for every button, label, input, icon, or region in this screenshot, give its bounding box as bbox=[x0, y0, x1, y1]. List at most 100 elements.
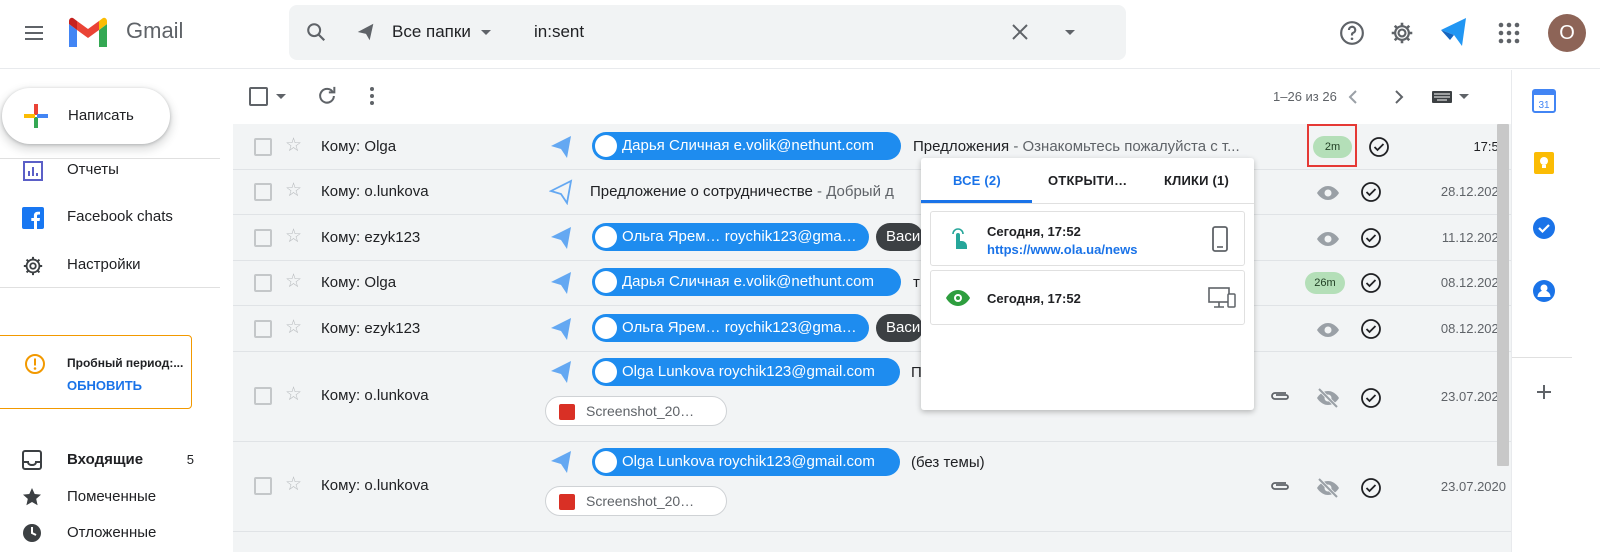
sidebar-item-starred[interactable]: Помеченные bbox=[0, 477, 220, 517]
check-circle-icon[interactable] bbox=[1360, 181, 1382, 203]
folder-select[interactable]: Все папки bbox=[392, 22, 471, 42]
event-time: Сегодня, 17:52 bbox=[987, 291, 1081, 306]
main-menu-icon[interactable] bbox=[14, 13, 54, 53]
contact-chip[interactable]: Дарья Сличная e.volik@nethunt.com bbox=[592, 132, 901, 160]
check-circle-icon[interactable] bbox=[1360, 272, 1382, 294]
compose-button[interactable]: Написать bbox=[2, 88, 170, 144]
row-checkbox[interactable] bbox=[254, 183, 272, 201]
nethunt-icon[interactable] bbox=[1434, 12, 1474, 52]
tasks-icon[interactable] bbox=[1532, 216, 1556, 240]
check-circle-icon[interactable] bbox=[1368, 136, 1390, 158]
chevron-down-icon[interactable] bbox=[276, 94, 286, 100]
search-icon[interactable] bbox=[305, 21, 327, 43]
nethunt-logo-icon bbox=[355, 21, 377, 43]
image-icon bbox=[559, 494, 575, 510]
contact-chip[interactable]: Васи bbox=[876, 223, 923, 251]
star-icon[interactable]: ☆ bbox=[285, 318, 302, 338]
star-icon[interactable]: ☆ bbox=[285, 181, 302, 201]
table-row[interactable]: ☆ Кому: o.lunkova Предложение о сотрудни… bbox=[233, 170, 1523, 215]
contact-chip[interactable]: Olga Lunkova roychik123@gmail.com bbox=[592, 448, 900, 476]
row-checkbox[interactable] bbox=[254, 477, 272, 495]
apps-grid-icon[interactable] bbox=[1489, 13, 1529, 53]
person-icon bbox=[595, 135, 617, 157]
table-row[interactable]: ☆ Кому: o.lunkova Olga Lunkova roychik12… bbox=[233, 442, 1523, 532]
upgrade-button[interactable]: ОБНОВИТЬ bbox=[67, 378, 142, 393]
scrollbar[interactable] bbox=[1497, 124, 1509, 466]
sidebar-item-label: Отложенные bbox=[67, 524, 157, 541]
contact-chip[interactable]: Васи bbox=[876, 314, 923, 342]
tab-clicks[interactable]: КЛИКИ (1) bbox=[1164, 173, 1229, 188]
event-card[interactable]: Сегодня, 17:52 https://www.ola.ua/news bbox=[930, 211, 1245, 266]
sidebar-item-label: Входящие bbox=[67, 451, 144, 468]
clear-search-icon[interactable] bbox=[1010, 22, 1030, 42]
avatar[interactable]: O bbox=[1548, 14, 1586, 52]
contact-chip[interactable]: Ольга Ярем… roychik123@gma… bbox=[592, 314, 869, 342]
refresh-icon[interactable] bbox=[316, 85, 338, 107]
gmail-logo-icon[interactable] bbox=[66, 17, 110, 49]
calendar-icon[interactable]: 31 bbox=[1532, 89, 1556, 113]
star-icon[interactable]: ☆ bbox=[285, 475, 302, 495]
row-checkbox[interactable] bbox=[254, 229, 272, 247]
row-checkbox[interactable] bbox=[254, 320, 272, 338]
open-time-badge[interactable]: 26m bbox=[1305, 272, 1345, 294]
search-input[interactable]: in:sent bbox=[534, 22, 584, 42]
tab-opens[interactable]: ОТКРЫТИ… bbox=[1048, 173, 1127, 188]
contact-chip[interactable]: Ольга Ярем… roychik123@gma… bbox=[592, 223, 869, 251]
chevron-down-icon[interactable] bbox=[480, 29, 492, 37]
table-row[interactable]: ☆ Кому: ezyk123 Ольга Ярем… roychik123@g… bbox=[233, 306, 1523, 352]
recipient: Кому: o.lunkova bbox=[321, 477, 429, 494]
older-chevron-icon[interactable] bbox=[1394, 89, 1404, 105]
search-bar[interactable]: Все папки in:sent bbox=[289, 5, 1126, 60]
eye-off-icon[interactable] bbox=[1316, 386, 1340, 410]
check-circle-icon[interactable] bbox=[1360, 318, 1382, 340]
tracked-email-icon bbox=[549, 449, 575, 475]
star-icon[interactable]: ☆ bbox=[285, 272, 302, 292]
eye-icon[interactable] bbox=[1316, 181, 1340, 205]
star-icon[interactable]: ☆ bbox=[285, 136, 302, 156]
sidebar-item-reports[interactable]: Отчеты bbox=[0, 150, 220, 190]
table-row[interactable]: ☆ Кому: Olga Дарья Сличная e.volik@nethu… bbox=[233, 261, 1523, 306]
star-icon[interactable]: ☆ bbox=[285, 385, 302, 405]
help-icon[interactable] bbox=[1332, 13, 1372, 53]
event-time: Сегодня, 17:52 bbox=[987, 224, 1081, 239]
event-card[interactable]: Сегодня, 17:52 bbox=[930, 270, 1245, 325]
sidebar-item-settings[interactable]: Настройки bbox=[0, 245, 220, 285]
gear-icon[interactable] bbox=[1382, 13, 1422, 53]
row-checkbox[interactable] bbox=[254, 387, 272, 405]
event-link[interactable]: https://www.ola.ua/news bbox=[987, 242, 1137, 257]
search-options-icon[interactable] bbox=[1064, 29, 1076, 37]
eye-icon[interactable] bbox=[1316, 227, 1340, 251]
check-circle-icon[interactable] bbox=[1360, 477, 1382, 499]
select-all-checkbox[interactable] bbox=[249, 87, 268, 106]
attachment-chip[interactable]: Screenshot_20… bbox=[545, 396, 727, 426]
eye-icon[interactable] bbox=[1316, 318, 1340, 342]
contact-chip[interactable]: Olga Lunkova roychik123@gmail.com bbox=[592, 358, 900, 386]
row-checkbox[interactable] bbox=[254, 274, 272, 292]
gear-icon bbox=[22, 255, 44, 277]
compose-plus-icon bbox=[24, 104, 48, 128]
contact-chip[interactable]: Дарья Сличная e.volik@nethunt.com bbox=[592, 268, 901, 296]
reports-icon bbox=[22, 160, 44, 182]
eye-off-icon[interactable] bbox=[1316, 476, 1340, 500]
newer-chevron-icon[interactable] bbox=[1348, 89, 1358, 105]
sidebar-item-inbox[interactable]: Входящие 5 bbox=[0, 440, 220, 480]
star-icon[interactable]: ☆ bbox=[285, 227, 302, 247]
row-checkbox[interactable] bbox=[254, 138, 272, 156]
check-circle-icon[interactable] bbox=[1360, 387, 1382, 409]
more-vert-icon[interactable] bbox=[369, 86, 375, 106]
person-icon bbox=[595, 271, 617, 293]
keep-icon[interactable] bbox=[1532, 151, 1556, 175]
inbox-icon bbox=[22, 450, 44, 472]
add-addon-icon[interactable] bbox=[1532, 380, 1556, 404]
sidebar-item-facebook-chats[interactable]: Facebook chats bbox=[0, 197, 220, 237]
attachment-chip[interactable]: Screenshot_20… bbox=[545, 486, 727, 516]
table-row[interactable]: ☆ Кому: o.lunkova Olga Lunkova roychik12… bbox=[233, 352, 1523, 442]
recipient: Кому: ezyk123 bbox=[321, 320, 421, 337]
sidebar-item-snoozed[interactable]: Отложенные bbox=[0, 513, 220, 553]
table-row[interactable]: ☆ Кому: ezyk123 Ольга Ярем… roychik123@g… bbox=[233, 215, 1523, 261]
sidebar-item-label: Отчеты bbox=[67, 161, 119, 178]
check-circle-icon[interactable] bbox=[1360, 227, 1382, 249]
contacts-icon[interactable] bbox=[1532, 279, 1556, 303]
keyboard-icon[interactable] bbox=[1432, 91, 1472, 103]
tab-all[interactable]: ВСЕ (2) bbox=[953, 173, 1001, 188]
